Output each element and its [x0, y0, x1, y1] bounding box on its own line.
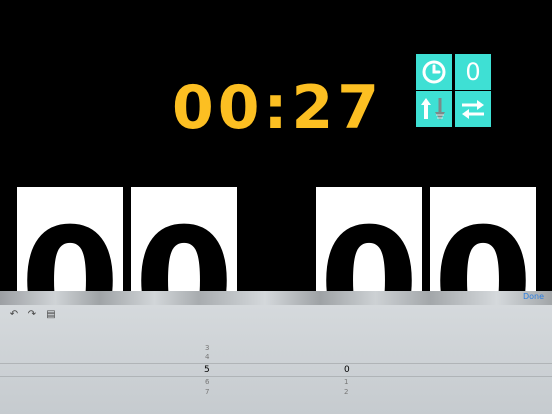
clock-icon: [422, 60, 446, 84]
picker-right-option[interactable]: 1: [344, 378, 348, 386]
flip-card-seconds-tens: 0: [316, 187, 422, 291]
flip-card-digit: 0: [20, 197, 120, 291]
redo-icon[interactable]: ↷: [26, 309, 38, 321]
reset-zero-button[interactable]: 0: [455, 54, 491, 90]
swap-button[interactable]: [455, 91, 491, 127]
count-direction-button[interactable]: [416, 91, 452, 127]
flip-card-seconds-ones: 0: [430, 187, 536, 291]
flip-card-digit: 0: [319, 197, 419, 291]
picker-left-option[interactable]: 6: [205, 378, 209, 386]
flip-card-minutes-ones: 0: [131, 187, 237, 291]
done-button[interactable]: Done: [523, 292, 544, 301]
undo-icon[interactable]: ↶: [8, 309, 20, 321]
flip-card-digit: 0: [433, 197, 533, 291]
swap-arrows-icon: [462, 100, 484, 119]
picker-left-option[interactable]: 4: [205, 353, 209, 361]
timer-display: 00:27: [172, 73, 383, 143]
keyboard-toolbar: Done: [0, 291, 552, 305]
picker-left-option[interactable]: 7: [205, 388, 209, 396]
flip-card-digit: 0: [134, 197, 234, 291]
picker-left-option[interactable]: 3: [205, 344, 209, 352]
picker-selection-top-line: [0, 363, 552, 364]
picker-right-option[interactable]: 2: [344, 388, 348, 396]
count-direction-icon: [421, 98, 445, 120]
zero-label: 0: [465, 58, 481, 86]
picker-selection-bottom-line: [0, 376, 552, 377]
picker-keyboard: Done ↶ ↷ ▤ 3 4 5 6 7 0 1 2: [0, 291, 552, 414]
picker-left-selected[interactable]: 5: [204, 365, 210, 375]
clock-mode-button[interactable]: [416, 54, 452, 90]
paste-icon[interactable]: ▤: [45, 309, 57, 321]
flip-card-minutes-tens: 0: [17, 187, 123, 291]
picker-right-selected[interactable]: 0: [344, 365, 350, 375]
